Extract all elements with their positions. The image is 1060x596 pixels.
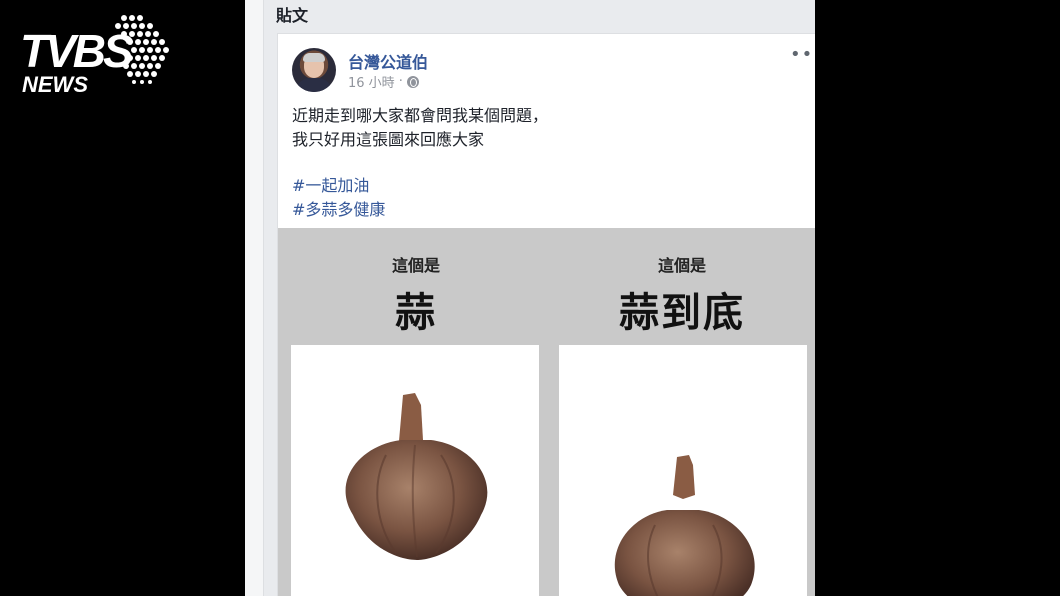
post-meta: 16 小時 · (348, 72, 419, 91)
left-caption: 這個是 (391, 256, 440, 275)
left-garlic-panel (291, 345, 539, 596)
right-title: 蒜到底 (619, 290, 745, 336)
logo-dots-icon (115, 15, 169, 84)
section-title: 貼文 (276, 6, 309, 25)
post-text: 近期走到哪大家都會問我某個問題， 我只好用這張圖來回應大家 #一起加油 #多蒜多… (292, 104, 548, 222)
avatar[interactable] (292, 48, 336, 92)
post-line: 我只好用這張圖來回應大家 (292, 130, 485, 149)
post-author[interactable]: 台灣公道伯 (348, 49, 428, 73)
facebook-screen: 貼文 台灣公道伯 16 小時 · ••• 近期走到哪大家都會問我某個問題， 我只… (245, 0, 815, 596)
garlic-bulb-illustration (345, 393, 488, 560)
hashtag-link[interactable]: #一起加油 (292, 174, 548, 198)
garlic-bulb-illustration (614, 455, 755, 596)
hashtag-link[interactable]: #多蒜多健康 (292, 198, 548, 222)
post-time[interactable]: 16 小時 (348, 72, 395, 91)
logo-news: NEWS (22, 72, 88, 97)
right-caption: 這個是 (657, 256, 706, 275)
left-title: 蒜 (395, 290, 437, 336)
post-image[interactable]: 這個是 蒜 這個是 蒜到底 (278, 228, 815, 596)
right-garlic-panel (559, 345, 807, 596)
meta-separator: · (398, 74, 403, 89)
tvbs-news-logo: TVBS NEWS (18, 14, 178, 98)
left-sidebar-strip (245, 0, 264, 596)
post-line: 近期走到哪大家都會問我某個問題， (292, 106, 549, 125)
more-options-icon[interactable]: ••• (790, 46, 815, 64)
post-card: 台灣公道伯 16 小時 · ••• 近期走到哪大家都會問我某個問題， 我只好用這… (277, 33, 815, 596)
globe-icon (406, 75, 419, 88)
